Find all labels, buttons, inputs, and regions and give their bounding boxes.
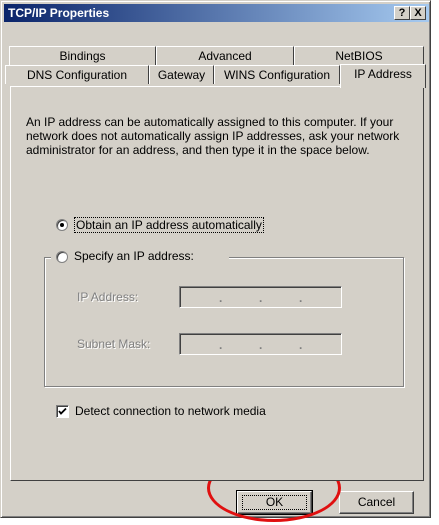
obtain-ip-radio[interactable] (56, 219, 68, 231)
ip-address-field[interactable]: . . . (179, 286, 342, 308)
tab-netbios[interactable]: NetBIOS (294, 46, 424, 65)
detect-connection-checkbox[interactable] (56, 405, 69, 418)
specify-ip-radio[interactable] (56, 251, 68, 263)
specify-ip-groupbox (44, 257, 404, 387)
title-bar[interactable]: TCP/IP Properties ? X (4, 4, 429, 22)
description-text: An IP address can be automatically assig… (26, 115, 400, 157)
radio-selected-dot (60, 223, 64, 227)
checkmark-icon (58, 407, 67, 415)
tab-gateway[interactable]: Gateway (149, 65, 214, 84)
tab-ip-address[interactable]: IP Address (340, 64, 426, 88)
obtain-ip-label[interactable]: Obtain an IP address automatically (74, 217, 264, 233)
ip-separator: . (259, 291, 263, 305)
tab-advanced[interactable]: Advanced (156, 46, 294, 65)
tab-bindings[interactable]: Bindings (9, 46, 156, 65)
tcpip-properties-dialog: TCP/IP Properties ? X Bindings Advanced … (0, 0, 431, 518)
close-button[interactable]: X (410, 6, 426, 20)
tab-dns-configuration[interactable]: DNS Configuration (5, 65, 149, 84)
subnet-mask-label: Subnet Mask: (77, 337, 151, 351)
ip-address-label: IP Address: (77, 290, 139, 304)
ip-separator: . (219, 291, 223, 305)
ip-separator: . (259, 338, 263, 352)
help-button[interactable]: ? (394, 6, 410, 20)
ip-separator: . (219, 338, 223, 352)
specify-ip-label[interactable]: Specify an IP address: (74, 249, 194, 263)
cancel-button[interactable]: Cancel (339, 491, 414, 514)
subnet-mask-field[interactable]: . . . (179, 333, 342, 355)
tab-wins-configuration[interactable]: WINS Configuration (214, 65, 340, 84)
ip-separator: . (299, 291, 303, 305)
window-title: TCP/IP Properties (8, 6, 110, 20)
ip-address-panel: An IP address can be automatically assig… (10, 86, 424, 481)
detect-connection-label[interactable]: Detect connection to network media (75, 404, 266, 418)
ip-separator: . (299, 338, 303, 352)
